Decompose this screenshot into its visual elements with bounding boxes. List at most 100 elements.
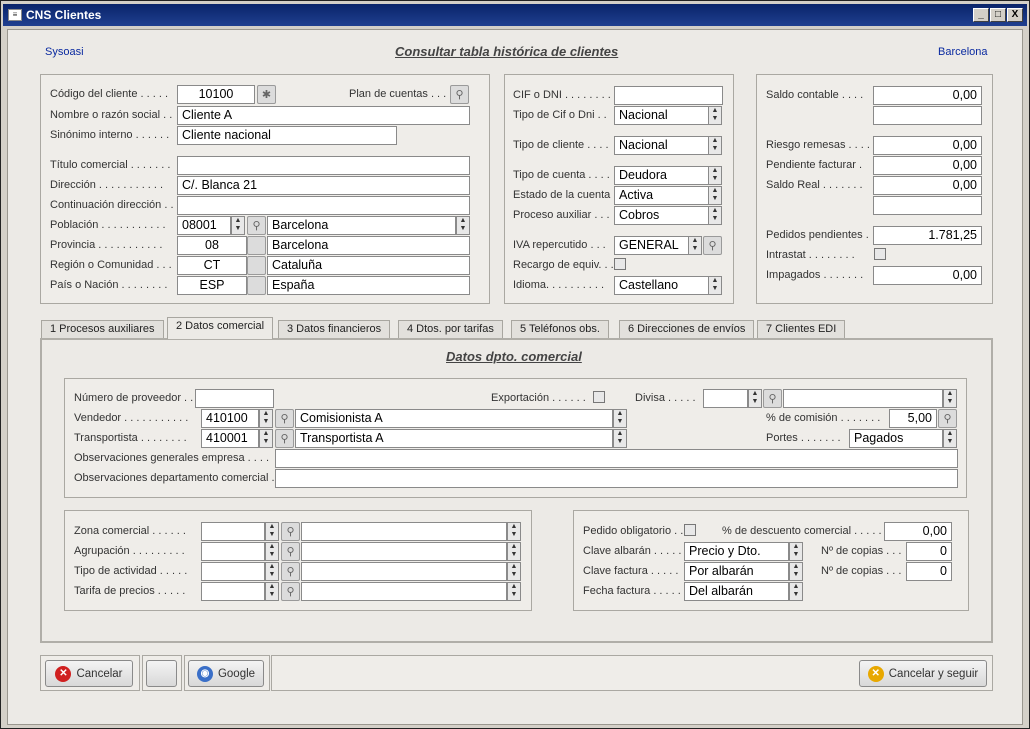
- search-icon[interactable]: ⚲: [938, 409, 957, 428]
- blank-field[interactable]: [873, 196, 982, 215]
- gear-icon[interactable]: ✱: [257, 85, 276, 104]
- clave-factura-arrows[interactable]: ▲ ▼: [789, 562, 803, 581]
- tab-procesos[interactable]: 1 Procesos auxiliares: [41, 320, 164, 338]
- sinonimo-field[interactable]: Cliente nacional: [177, 126, 397, 145]
- cif-field[interactable]: [614, 86, 723, 105]
- divisa-field[interactable]: [783, 389, 943, 408]
- obs-dpto-field[interactable]: [275, 469, 958, 488]
- saldo-contable-field[interactable]: 0,00: [873, 86, 982, 105]
- vendedor-select-arrows[interactable]: ▲ ▼: [613, 409, 627, 428]
- tarifa-spinner[interactable]: ▲ ▼: [265, 582, 279, 601]
- obs-empresa-field[interactable]: [275, 449, 958, 468]
- search-icon[interactable]: ⚲: [281, 582, 300, 601]
- transportista-select-arrows[interactable]: ▲ ▼: [613, 429, 627, 448]
- idioma-select[interactable]: Castellano: [614, 276, 709, 295]
- iva-arrows[interactable]: ▲ ▼: [688, 236, 702, 255]
- titulo-field[interactable]: [177, 156, 470, 175]
- search-icon[interactable]: ⚲: [450, 85, 469, 104]
- transportista-field[interactable]: Transportista A: [295, 429, 613, 448]
- region-code-field[interactable]: CT: [177, 256, 247, 275]
- cancelar-button[interactable]: ✕ Cancelar: [45, 660, 133, 687]
- maximize-button[interactable]: □: [990, 8, 1006, 22]
- tab-dtos-tarifas[interactable]: 4 Dtos. por tarifas: [398, 320, 503, 338]
- proceso-arrows[interactable]: ▲ ▼: [708, 206, 722, 225]
- search-icon[interactable]: ⚲: [275, 409, 294, 428]
- poblacion-select-arrows[interactable]: ▲ ▼: [456, 216, 470, 235]
- divisa-select-arrows[interactable]: ▲ ▼: [943, 389, 957, 408]
- pais-field[interactable]: España: [267, 276, 470, 295]
- transportista-spinner[interactable]: ▲ ▼: [259, 429, 273, 448]
- close-button[interactable]: X: [1007, 8, 1023, 22]
- clave-albaran-arrows[interactable]: ▲ ▼: [789, 542, 803, 561]
- tipo-cuenta-arrows[interactable]: ▲ ▼: [708, 166, 722, 185]
- lookup-button[interactable]: [247, 236, 266, 255]
- copias1-field[interactable]: 0: [906, 542, 952, 561]
- descuento-field[interactable]: 0,00: [884, 522, 952, 541]
- estado-arrows[interactable]: ▲ ▼: [708, 186, 722, 205]
- agrupacion-select-arrows[interactable]: ▲ ▼: [507, 542, 521, 561]
- zona-code-field[interactable]: [201, 522, 265, 541]
- region-field[interactable]: Cataluña: [267, 256, 470, 275]
- tipo-cif-arrows[interactable]: ▲ ▼: [708, 106, 722, 125]
- provincia-code-field[interactable]: 08: [177, 236, 247, 255]
- tab-direcciones[interactable]: 6 Direcciones de envíos: [619, 320, 755, 338]
- actividad-spinner[interactable]: ▲ ▼: [265, 562, 279, 581]
- pais-code-field[interactable]: ESP: [177, 276, 247, 295]
- tipo-cif-select[interactable]: Nacional: [614, 106, 709, 125]
- codigo-field[interactable]: 10100: [177, 85, 255, 104]
- poblacion-code-field[interactable]: 08001: [177, 216, 231, 235]
- search-icon[interactable]: ⚲: [281, 522, 300, 541]
- blank-field[interactable]: [873, 106, 982, 125]
- portes-select[interactable]: Pagados: [849, 429, 943, 448]
- actividad-select-arrows[interactable]: ▲ ▼: [507, 562, 521, 581]
- tarifa-field[interactable]: [301, 582, 507, 601]
- iva-select[interactable]: GENERAL: [614, 236, 689, 255]
- clave-factura-select[interactable]: Por albarán: [684, 562, 789, 581]
- direccion-field[interactable]: C/. Blanca 21: [177, 176, 470, 195]
- exportacion-checkbox[interactable]: [593, 391, 605, 403]
- comision-field[interactable]: 5,00: [889, 409, 937, 428]
- tipo-cliente-arrows[interactable]: ▲ ▼: [708, 136, 722, 155]
- minimize-button[interactable]: _: [973, 8, 989, 22]
- saldo-real-field[interactable]: 0,00: [873, 176, 982, 195]
- proveedor-field[interactable]: [195, 389, 274, 408]
- zona-spinner[interactable]: ▲ ▼: [265, 522, 279, 541]
- tab-telefonos[interactable]: 5 Teléfonos obs.: [511, 320, 609, 338]
- agrupacion-spinner[interactable]: ▲ ▼: [265, 542, 279, 561]
- zona-select-arrows[interactable]: ▲ ▼: [507, 522, 521, 541]
- fecha-factura-arrows[interactable]: ▲ ▼: [789, 582, 803, 601]
- recargo-checkbox[interactable]: [614, 258, 626, 270]
- poblacion-spinner[interactable]: ▲ ▼: [231, 216, 245, 235]
- search-icon[interactable]: ⚲: [275, 429, 294, 448]
- intrastat-checkbox[interactable]: [874, 248, 886, 260]
- search-icon[interactable]: ⚲: [281, 562, 300, 581]
- tarifa-code-field[interactable]: [201, 582, 265, 601]
- fecha-factura-select[interactable]: Del albarán: [684, 582, 789, 601]
- proceso-select[interactable]: Cobros: [614, 206, 709, 225]
- poblacion-field[interactable]: Barcelona: [267, 216, 456, 235]
- actividad-field[interactable]: [301, 562, 507, 581]
- pendiente-field[interactable]: 0,00: [873, 156, 982, 175]
- agrupacion-field[interactable]: [301, 542, 507, 561]
- vendedor-field[interactable]: Comisionista A: [295, 409, 613, 428]
- divisa-code-field[interactable]: [703, 389, 748, 408]
- lookup-button[interactable]: [247, 256, 266, 275]
- continuacion-field[interactable]: [177, 196, 470, 215]
- zona-field[interactable]: [301, 522, 507, 541]
- tarifa-select-arrows[interactable]: ▲ ▼: [507, 582, 521, 601]
- divisa-spinner[interactable]: ▲ ▼: [748, 389, 762, 408]
- tab-datos-comercial[interactable]: 2 Datos comercial: [167, 317, 274, 339]
- tipo-cliente-select[interactable]: Nacional: [614, 136, 709, 155]
- provincia-field[interactable]: Barcelona: [267, 236, 470, 255]
- clave-albaran-select[interactable]: Precio y Dto.: [684, 542, 789, 561]
- copias2-field[interactable]: 0: [906, 562, 952, 581]
- pedido-checkbox[interactable]: [684, 524, 696, 536]
- pedidos-field[interactable]: 1.781,25: [873, 226, 982, 245]
- agrupacion-code-field[interactable]: [201, 542, 265, 561]
- riesgo-field[interactable]: 0,00: [873, 136, 982, 155]
- impagados-field[interactable]: 0,00: [873, 266, 982, 285]
- google-button[interactable]: ◉ Google: [188, 660, 264, 687]
- tab-datos-financieros[interactable]: 3 Datos financieros: [278, 320, 391, 338]
- search-icon[interactable]: ⚲: [763, 389, 782, 408]
- estado-select[interactable]: Activa: [614, 186, 709, 205]
